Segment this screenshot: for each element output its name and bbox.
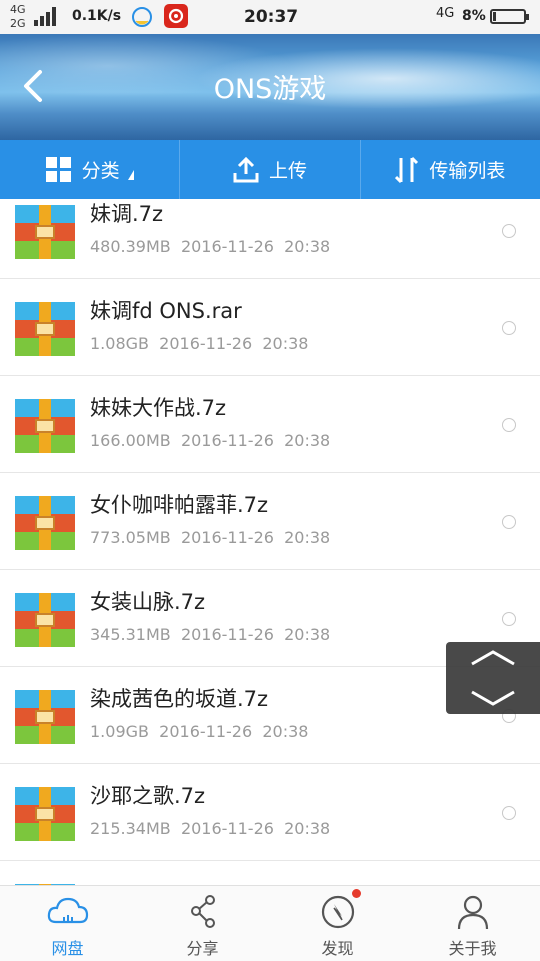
archive-file-icon (15, 205, 75, 259)
select-radio[interactable] (502, 418, 516, 432)
file-name: 女仆咖啡帕露菲.7z (90, 493, 269, 517)
transfer-arrows-icon (395, 156, 419, 183)
select-radio[interactable] (502, 806, 516, 820)
file-row[interactable]: 妹调fd ONS.rar 1.08GB 2016-11-26 20:38 (0, 278, 540, 376)
header-banner: ONS游戏 (0, 34, 540, 140)
nav-label: 网盘 (51, 939, 84, 958)
action-toolbar: 分类 上传 传输列表 (0, 140, 540, 199)
file-row[interactable]: 女仆咖啡帕露菲.7z 773.05MB 2016-11-26 20:38 (0, 472, 540, 570)
network-type-label: 4G 2G (10, 3, 26, 31)
network-right-label: 4G (436, 6, 455, 21)
dropdown-triangle-icon (127, 169, 134, 180)
select-radio[interactable] (502, 612, 516, 626)
file-row[interactable]: 沙耶之歌.7z 215.34MB 2016-11-26 20:38 (0, 763, 540, 861)
file-list: 妹调.7z 480.39MB 2016-11-26 20:38 妹调fd ONS… (0, 199, 540, 885)
notification-app-icon (132, 7, 152, 27)
network-2g-label: 2G (10, 17, 26, 30)
nav-label: 发现 (321, 939, 354, 958)
select-radio[interactable] (502, 515, 516, 529)
category-label: 分类 (81, 160, 120, 182)
upload-icon (233, 156, 259, 182)
cloud-icon (47, 897, 88, 924)
scroll-down-button[interactable] (446, 678, 540, 714)
file-name: 妹调.7z (90, 202, 164, 226)
music-app-icon (164, 4, 188, 28)
nav-discover[interactable]: 发现 (270, 886, 405, 961)
file-meta: 215.34MB 2016-11-26 20:38 (90, 819, 331, 838)
transfer-list-button[interactable]: 传输列表 (361, 140, 540, 199)
scroll-up-button[interactable] (446, 642, 540, 678)
scroll-control (446, 642, 540, 714)
archive-file-icon (15, 496, 75, 550)
page-title: ONS游戏 (213, 74, 327, 105)
battery-percent: 8% (462, 8, 486, 24)
person-icon (457, 895, 488, 930)
status-bar: 4G 2G 0.1K/s 20:37 4G 8% (0, 0, 540, 34)
share-icon (190, 895, 215, 928)
file-name: 妹调fd ONS.rar (90, 299, 242, 323)
archive-file-icon (15, 787, 75, 841)
archive-file-icon (15, 690, 75, 744)
archive-file-icon (15, 593, 75, 647)
file-meta: 1.08GB 2016-11-26 20:38 (90, 334, 309, 353)
select-radio[interactable] (502, 224, 516, 238)
select-radio[interactable] (502, 321, 516, 335)
file-row[interactable]: 妹调.7z 480.39MB 2016-11-26 20:38 (0, 199, 540, 279)
chevron-down-icon (471, 690, 515, 706)
file-meta: 480.39MB 2016-11-26 20:38 (90, 237, 331, 256)
signal-icon (34, 7, 56, 26)
bottom-nav: 网盘 分享 发现 关于我 (0, 885, 540, 961)
file-meta: 773.05MB 2016-11-26 20:38 (90, 528, 331, 547)
nav-about-me[interactable]: 关于我 (405, 886, 540, 961)
transfer-list-label: 传输列表 (429, 160, 506, 182)
battery-icon (490, 9, 529, 24)
archive-file-icon (15, 302, 75, 356)
file-row[interactable]: 妹妹大作战.7z 166.00MB 2016-11-26 20:38 (0, 375, 540, 473)
file-meta: 1.09GB 2016-11-26 20:38 (90, 722, 309, 741)
file-name: 妹妹大作战.7z (90, 396, 227, 420)
file-name: 沙耶之歌.7z (90, 784, 206, 808)
file-row-partial[interactable] (0, 860, 540, 885)
clock: 20:37 (244, 7, 299, 27)
nav-share[interactable]: 分享 (135, 886, 270, 961)
nav-label: 分享 (186, 939, 219, 958)
chevron-up-icon (471, 650, 515, 666)
notification-badge-dot (352, 889, 361, 898)
network-speed: 0.1K/s (72, 8, 122, 24)
network-4g-label: 4G (10, 3, 26, 16)
nav-cloud-disk[interactable]: 网盘 (0, 886, 135, 961)
grid-icon (45, 156, 71, 182)
category-button[interactable]: 分类 (0, 140, 181, 199)
upload-label: 上传 (268, 160, 307, 182)
file-name: 女装山脉.7z (90, 590, 206, 614)
compass-icon (321, 895, 354, 929)
file-name: 染成茜色的坂道.7z (90, 687, 269, 711)
file-meta: 345.31MB 2016-11-26 20:38 (90, 625, 331, 644)
upload-button[interactable]: 上传 (180, 140, 361, 199)
archive-file-icon (15, 399, 75, 453)
nav-label: 关于我 (448, 939, 497, 958)
file-meta: 166.00MB 2016-11-26 20:38 (90, 431, 331, 450)
